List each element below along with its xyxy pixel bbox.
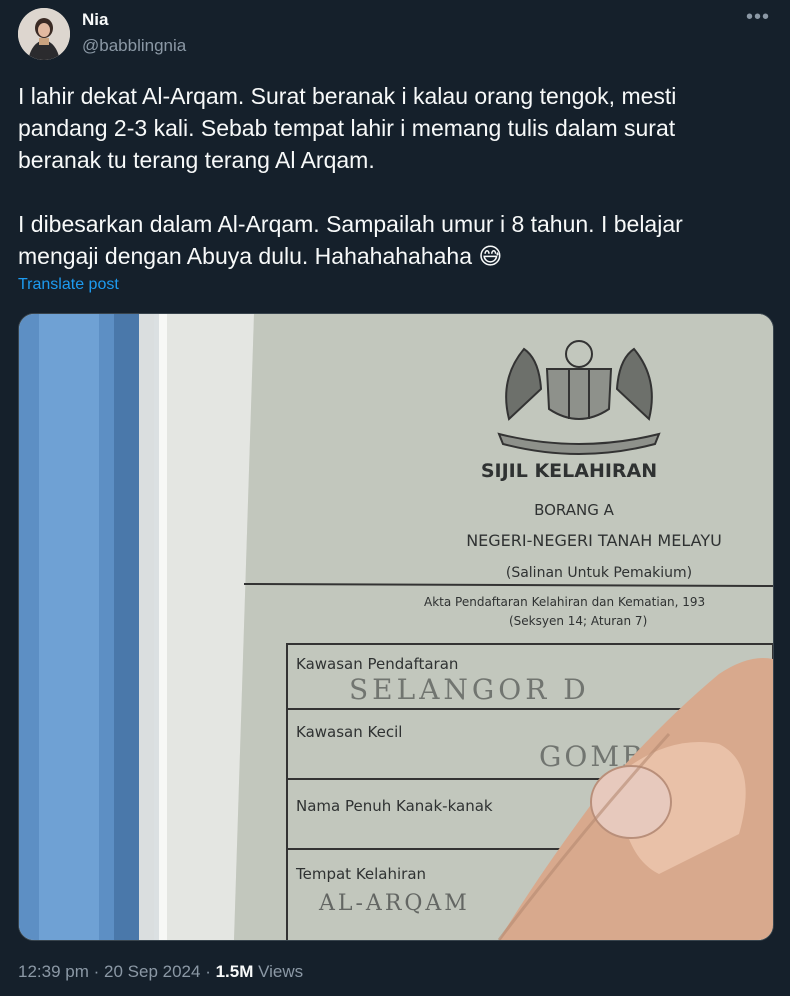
meta-separator: · bbox=[93, 962, 100, 981]
tweet-time[interactable]: 12:39 pm bbox=[18, 962, 89, 981]
views-label: Views bbox=[258, 962, 304, 981]
certificate-act: Akta Pendaftaran Kelahiran dan Kematian,… bbox=[424, 595, 705, 609]
translate-link[interactable]: Translate post bbox=[18, 276, 119, 294]
certificate-section: (Seksyen 14; Aturan 7) bbox=[509, 614, 647, 628]
certificate-form: BORANG A bbox=[534, 501, 615, 519]
more-dots-icon[interactable]: ••• bbox=[746, 6, 770, 29]
tweet-photo[interactable]: SIJIL KELAHIRAN BORANG A NEGERI-NEGERI T… bbox=[18, 313, 774, 941]
meta-separator: · bbox=[205, 962, 211, 981]
birth-certificate-photo: SIJIL KELAHIRAN BORANG A NEGERI-NEGERI T… bbox=[19, 314, 773, 940]
field-registration-area-label: Kawasan Pendaftaran bbox=[296, 655, 458, 673]
certificate-state: NEGERI-NEGERI TANAH MELAYU bbox=[466, 531, 722, 550]
avatar[interactable] bbox=[18, 8, 70, 60]
field-registration-area-value: SELANGOR D bbox=[349, 673, 590, 706]
avatar-image bbox=[18, 8, 70, 60]
author-name[interactable]: Nia bbox=[82, 10, 108, 30]
field-child-name-label: Nama Penuh Kanak-kanak bbox=[296, 797, 493, 815]
field-sub-area-label: Kawasan Kecil bbox=[296, 723, 402, 741]
tweet-meta: 12:39 pm · 20 Sep 2024 · 1.5M Views bbox=[18, 962, 303, 982]
views-count: 1.5M bbox=[215, 962, 254, 981]
certificate-copy: (Salinan Untuk Pemakium) bbox=[506, 565, 692, 581]
tweet-text: I lahir dekat Al-Arqam. Surat beranak i … bbox=[18, 83, 683, 269]
author-handle[interactable]: @babblingnia bbox=[82, 36, 186, 56]
field-birthplace-label: Tempat Kelahiran bbox=[295, 865, 426, 883]
tweet-date[interactable]: 20 Sep 2024 bbox=[104, 962, 200, 981]
certificate-title: SIJIL KELAHIRAN bbox=[481, 460, 657, 482]
field-birthplace-value: AL-ARQAM bbox=[318, 891, 470, 916]
